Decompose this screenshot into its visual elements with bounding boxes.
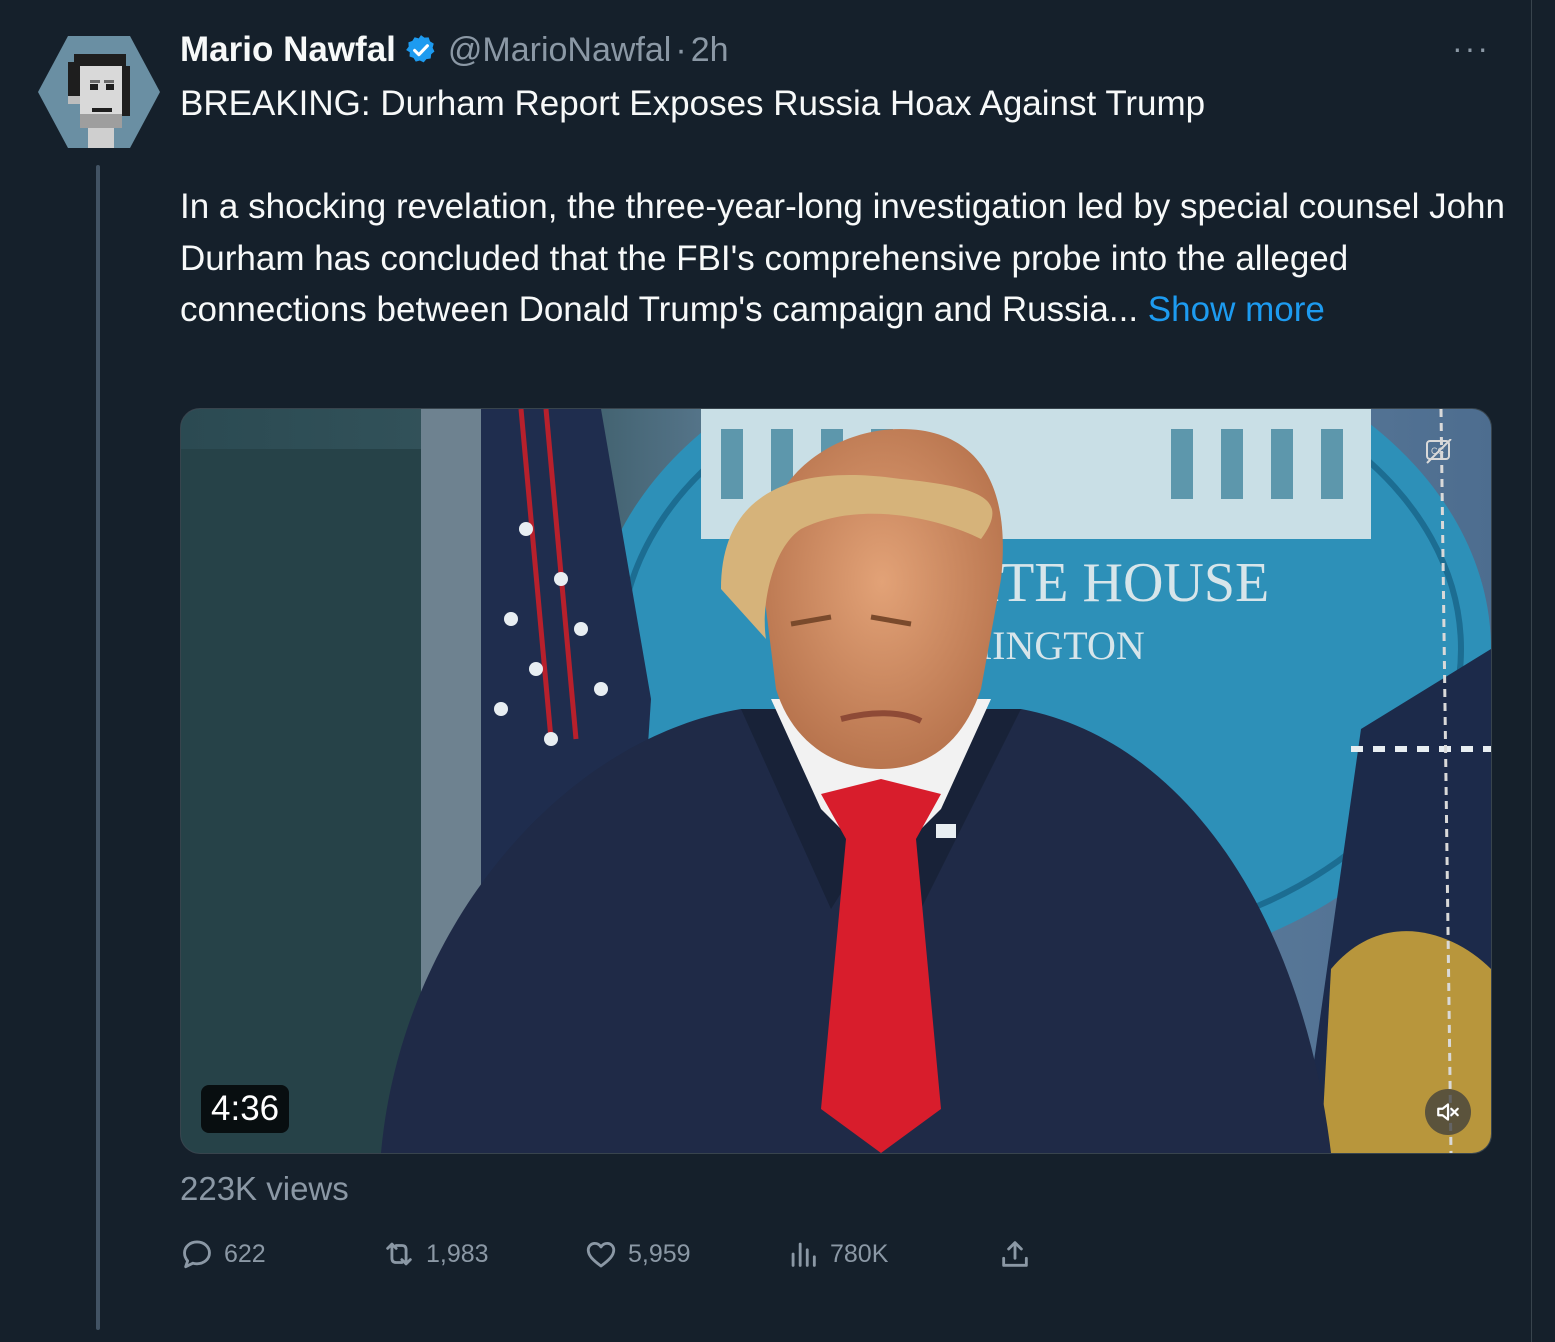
timestamp[interactable]: 2h xyxy=(691,31,729,70)
user-handle[interactable]: @MarioNawfal xyxy=(448,31,671,70)
display-name[interactable]: Mario Nawfal xyxy=(180,30,396,70)
thread-line xyxy=(96,165,100,1330)
view-count: 223K views xyxy=(180,1170,349,1207)
verified-badge-icon xyxy=(406,35,435,63)
tweet-header: Mario Nawfal @MarioNawfal · 2h xyxy=(180,28,729,72)
show-more-link[interactable]: Show more xyxy=(1148,290,1325,329)
video-duration: 4:36 xyxy=(201,1085,290,1133)
views-button[interactable]: 780K xyxy=(786,1232,888,1276)
like-count: 5,959 xyxy=(628,1239,691,1268)
mute-button[interactable] xyxy=(1425,1089,1471,1135)
retweet-button[interactable]: 1,983 xyxy=(382,1232,489,1276)
column-border xyxy=(1531,0,1532,1342)
volume-muted-icon xyxy=(1437,1103,1459,1121)
reply-icon xyxy=(183,1240,211,1269)
reply-button[interactable]: 622 xyxy=(180,1232,266,1276)
retweet-icon xyxy=(386,1242,412,1266)
more-options-icon[interactable]: ··· xyxy=(1452,30,1490,67)
header-separator: · xyxy=(675,30,687,69)
tweet-headline: BREAKING: Durham Report Exposes Russia H… xyxy=(180,84,1206,123)
tweet-text: BREAKING: Durham Report Exposes Russia H… xyxy=(180,78,1520,336)
captions-icon[interactable]: CC xyxy=(1425,439,1453,465)
share-icon xyxy=(1002,1241,1028,1267)
retweet-count: 1,983 xyxy=(426,1239,489,1268)
heart-icon xyxy=(586,1241,616,1268)
video-frame: HITE HOUSE SHINGTON xyxy=(181,409,1491,1153)
share-button[interactable] xyxy=(998,1232,1032,1276)
like-button[interactable]: 5,959 xyxy=(584,1232,691,1276)
analytics-icon xyxy=(791,1242,816,1267)
reply-count: 622 xyxy=(224,1239,266,1268)
avatar[interactable] xyxy=(38,36,160,148)
video-player[interactable]: HITE HOUSE SHINGTON CC 4:36 xyxy=(180,408,1492,1154)
views-count: 780K xyxy=(830,1239,889,1268)
